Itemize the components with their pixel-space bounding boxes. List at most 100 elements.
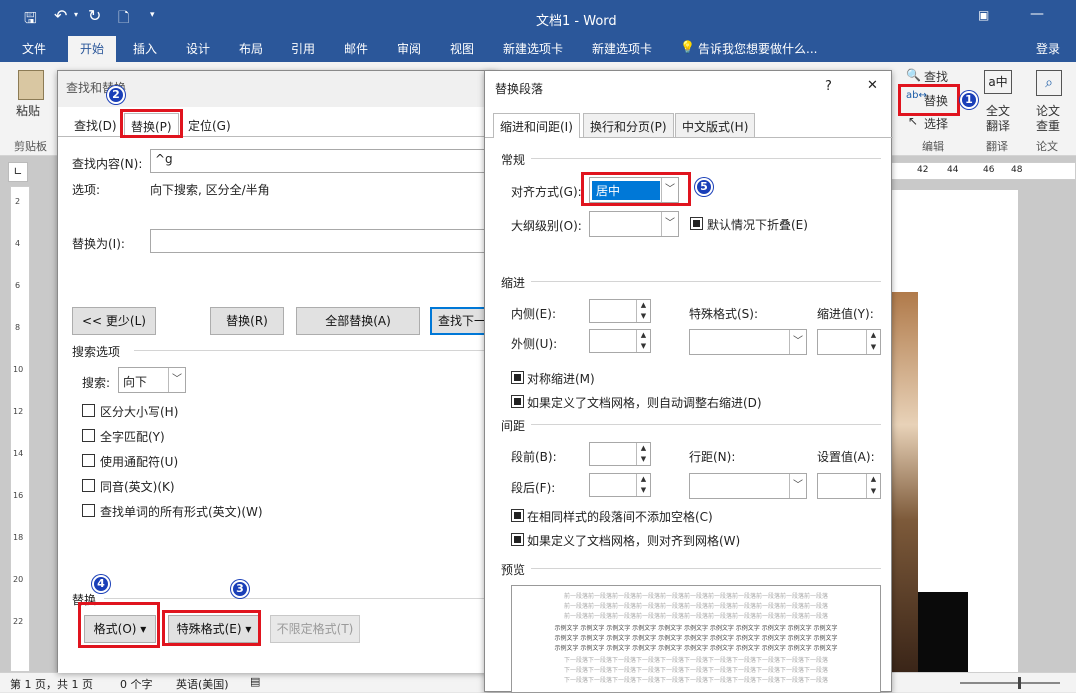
tab-review[interactable]: 审阅 bbox=[397, 40, 421, 57]
tab-indent-spacing[interactable]: 缩进和间距(I) bbox=[493, 113, 580, 138]
all-word-forms-label[interactable]: 查找单词的所有形式(英文)(W) bbox=[100, 503, 263, 520]
vruler-number: 4 bbox=[15, 239, 21, 248]
outline-level-select[interactable]: ﹀ bbox=[589, 211, 679, 237]
paper-check-label-2[interactable]: 查重 bbox=[1036, 117, 1060, 134]
indent-value-spinner[interactable]: ▲ ▼ bbox=[817, 329, 881, 355]
find-what-input[interactable]: ^g bbox=[150, 149, 494, 173]
match-case-checkbox[interactable] bbox=[82, 404, 95, 417]
find-button[interactable]: 查找 bbox=[924, 68, 948, 85]
spin-down-icon[interactable]: ▼ bbox=[866, 486, 880, 498]
auto-adjust-right-checkbox[interactable] bbox=[511, 395, 524, 408]
redo-icon[interactable]: ↻ bbox=[88, 6, 101, 25]
outer-indent-spinner[interactable]: ▲ ▼ bbox=[589, 329, 651, 353]
spin-down-icon[interactable]: ▼ bbox=[636, 311, 650, 322]
tell-me-input[interactable]: 告诉我您想要做什么... bbox=[698, 40, 817, 57]
tab-goto[interactable]: 定位(G) bbox=[182, 113, 237, 138]
spin-up-icon[interactable]: ▲ bbox=[636, 443, 650, 454]
collapse-default-label[interactable]: 默认情况下折叠(E) bbox=[707, 216, 808, 233]
whole-word-label[interactable]: 全字匹配(Y) bbox=[100, 428, 165, 445]
inner-indent-spinner[interactable]: ▲ ▼ bbox=[589, 299, 651, 323]
vruler-number: 18 bbox=[13, 533, 24, 542]
fulltext-translate-label-2[interactable]: 翻译 bbox=[986, 117, 1010, 134]
language-status[interactable]: 英语(美国) bbox=[176, 676, 229, 692]
macro-icon[interactable]: ▤ bbox=[250, 675, 260, 688]
step-badge-3: 3 bbox=[231, 580, 249, 598]
wildcards-checkbox[interactable] bbox=[82, 454, 95, 467]
document-image[interactable] bbox=[888, 292, 918, 672]
translate-icon[interactable]: a中 bbox=[984, 70, 1012, 94]
spin-down-icon[interactable]: ▼ bbox=[636, 485, 650, 496]
spin-down-icon[interactable]: ▼ bbox=[866, 342, 880, 354]
tab-design[interactable]: 设计 bbox=[186, 40, 210, 57]
snap-to-grid-label[interactable]: 如果定义了文档网格，则对齐到网格(W) bbox=[527, 532, 740, 549]
replace-with-label: 替换为(I): bbox=[72, 237, 125, 251]
spin-up-icon[interactable]: ▲ bbox=[636, 300, 650, 311]
help-icon[interactable]: ? bbox=[825, 79, 832, 94]
zoom-thumb[interactable] bbox=[1018, 677, 1021, 689]
select-button[interactable]: 选择 bbox=[924, 115, 948, 132]
less-button[interactable]: << 更少(L) bbox=[72, 307, 156, 335]
spin-up-icon[interactable]: ▲ bbox=[636, 474, 650, 485]
paper-check-icon[interactable]: ⌕ bbox=[1036, 70, 1062, 96]
undo-dropdown-icon[interactable]: ▾ bbox=[74, 10, 78, 19]
word-count[interactable]: 0 个字 bbox=[120, 676, 153, 692]
close-icon[interactable]: ✕ bbox=[867, 78, 878, 93]
no-formatting-button[interactable]: 不限定格式(T) bbox=[270, 615, 360, 643]
customize-qat-icon[interactable]: ▾ bbox=[150, 10, 155, 20]
save-icon[interactable]: 🖫 bbox=[24, 8, 37, 33]
paste-icon[interactable] bbox=[18, 70, 44, 100]
mirror-indent-checkbox[interactable] bbox=[511, 371, 524, 384]
tab-new-1[interactable]: 新建选项卡 bbox=[503, 40, 563, 57]
wildcards-label[interactable]: 使用通配符(U) bbox=[100, 453, 178, 470]
spin-down-icon[interactable]: ▼ bbox=[636, 454, 650, 465]
collapse-default-checkbox[interactable] bbox=[690, 217, 703, 230]
spin-up-icon[interactable]: ▲ bbox=[866, 330, 880, 342]
page-count[interactable]: 第 1 页，共 1 页 bbox=[10, 676, 93, 692]
match-case-label[interactable]: 区分大小写(H) bbox=[100, 403, 178, 420]
replace-once-button[interactable]: 替换(R) bbox=[210, 307, 284, 335]
ribbon-display-icon[interactable]: ▣ bbox=[978, 8, 989, 22]
tab-layout[interactable]: 布局 bbox=[239, 40, 263, 57]
tab-new-2[interactable]: 新建选项卡 bbox=[592, 40, 652, 57]
spin-up-icon[interactable]: ▲ bbox=[866, 474, 880, 486]
auto-adjust-right-label[interactable]: 如果定义了文档网格，则自动调整右缩进(D) bbox=[527, 394, 762, 411]
no-space-same-style-checkbox[interactable] bbox=[511, 509, 524, 522]
tab-line-page-breaks[interactable]: 换行和分页(P) bbox=[583, 113, 674, 137]
paste-button-label[interactable]: 粘贴 bbox=[16, 102, 40, 119]
tab-find[interactable]: 查找(D) bbox=[68, 113, 123, 138]
tab-view[interactable]: 视图 bbox=[450, 40, 474, 57]
spin-down-icon[interactable]: ▼ bbox=[636, 341, 650, 352]
tab-stop-selector[interactable]: ∟ bbox=[8, 162, 28, 182]
minimize-icon[interactable]: — bbox=[1030, 6, 1044, 22]
new-doc-icon[interactable]: 🗋 bbox=[118, 7, 129, 31]
set-value-spinner[interactable]: ▲ ▼ bbox=[817, 473, 881, 499]
vertical-ruler[interactable]: 2 4 6 8 10 12 14 16 18 20 22 bbox=[10, 186, 30, 672]
login-link[interactable]: 登录 bbox=[1036, 40, 1060, 57]
horizontal-ruler[interactable]: 42 44 46 48 bbox=[890, 162, 1076, 180]
sounds-like-label[interactable]: 同音(英文)(K) bbox=[100, 478, 175, 495]
space-before-spinner[interactable]: ▲ ▼ bbox=[589, 442, 651, 466]
no-space-same-style-label[interactable]: 在相同样式的段落间不添加空格(C) bbox=[527, 508, 713, 525]
tab-mailings[interactable]: 邮件 bbox=[344, 40, 368, 57]
translate-group-label: 翻译 bbox=[986, 140, 1008, 153]
tab-asian-typography[interactable]: 中文版式(H) bbox=[675, 113, 756, 137]
snap-to-grid-checkbox[interactable] bbox=[511, 533, 524, 546]
search-direction-select[interactable]: 向下 ﹀ bbox=[118, 367, 186, 393]
tab-references[interactable]: 引用 bbox=[291, 40, 315, 57]
zoom-slider[interactable] bbox=[960, 682, 1060, 684]
replace-all-button[interactable]: 全部替换(A) bbox=[296, 307, 420, 335]
space-after-spinner[interactable]: ▲ ▼ bbox=[589, 473, 651, 497]
tab-home[interactable]: 开始 bbox=[68, 36, 117, 62]
replace-with-input[interactable] bbox=[150, 229, 494, 253]
indent-heading: 缩进 bbox=[501, 276, 526, 290]
tab-file[interactable]: 文件 bbox=[22, 40, 46, 57]
special-indent-select[interactable]: ﹀ bbox=[689, 329, 807, 355]
mirror-indent-label[interactable]: 对称缩进(M) bbox=[527, 370, 595, 387]
tab-insert[interactable]: 插入 bbox=[133, 40, 157, 57]
sounds-like-checkbox[interactable] bbox=[82, 479, 95, 492]
undo-icon[interactable]: ↶ bbox=[54, 6, 67, 25]
line-spacing-select[interactable]: ﹀ bbox=[689, 473, 807, 499]
whole-word-checkbox[interactable] bbox=[82, 429, 95, 442]
all-word-forms-checkbox[interactable] bbox=[82, 504, 95, 517]
spin-up-icon[interactable]: ▲ bbox=[636, 330, 650, 341]
